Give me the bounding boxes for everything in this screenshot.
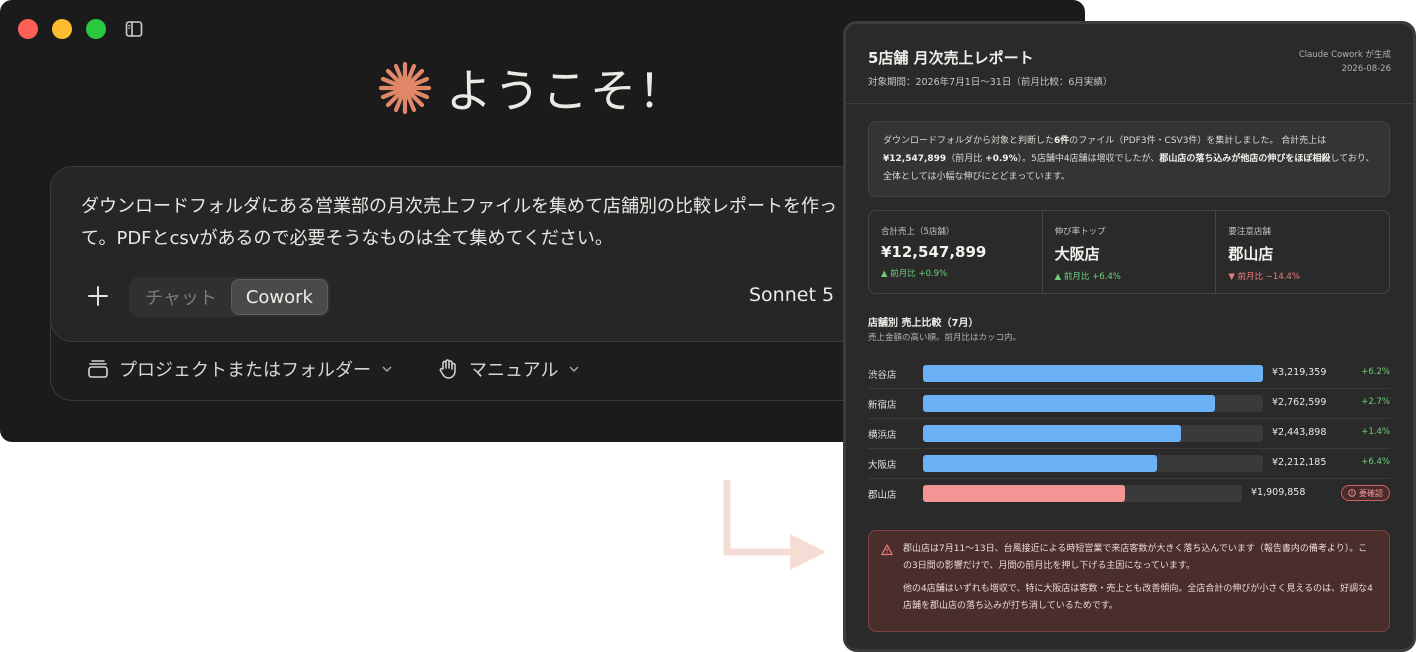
summary-text: ダウンロードフォルダから対象と判断した [883,136,1055,146]
bar-category-label: 渋谷店 [868,370,897,381]
bar-category-label: 大阪店 [868,460,897,471]
alert-paragraph: 他の4店舗はいずれも増収で、特に大阪店は客数・売上とも改善傾向。全店合計の伸びが… [903,584,1373,611]
bar-value-label: ¥2,212,185 [1272,457,1327,468]
kpi-value: 郡山店 [1228,245,1274,263]
bar [923,485,1125,502]
folder-box-icon [88,360,108,378]
mode-cowork-tab[interactable]: Cowork [230,279,328,315]
mode-chat-tab[interactable]: チャット [131,279,231,315]
bar-track [923,455,1263,472]
summary-text: ）。5店舗中4店舗は増収でしたが、 [1017,154,1160,164]
kpi-value: ¥12,547,899 [881,243,987,261]
claude-spark-icon [378,61,432,115]
bar-value-label: ¥3,219,359 [1272,367,1327,378]
alert-note: 郡山店は7月11〜13日、台風接近による時短営業で来店客数が大きく落ち込んでいま… [868,530,1390,632]
bar-row: 渋谷店 ¥3,219,359 +6.2% [868,359,1390,389]
welcome-heading: ようこそ！ [378,56,686,120]
bar-row: 郡山店 ¥1,909,858 要確認 [868,479,1390,509]
attention-badge-label: 要確認 [1359,488,1383,498]
kpi-total-sales: 合計売上（5店舗） ¥12,547,899 ▲ 前月比 +0.9% [869,211,1043,293]
bar-value-label: ¥2,443,898 [1272,427,1327,438]
report-header: 5店舗 月次売上レポート 対象期間：2026年7月1日〜31日（前月比較：6月実… [846,24,1413,104]
chart-subtitle: 売上金額の高い順。前月比はカッコ内。 [868,333,1022,343]
bar [923,425,1181,442]
project-folder-label: プロジェクトまたはフォルダー [119,360,371,381]
bar-delta-label: +6.4% [1361,457,1390,467]
report-window: 5店舗 月次売上レポート 対象期間：2026年7月1日〜31日（前月比較：6月実… [843,21,1416,652]
summary-emphasis: ¥12,547,899 [883,154,947,164]
chart-title: 店舗別 売上比較（7月） [868,318,979,329]
prompt-input[interactable]: ダウンロードフォルダにある営業部の月次売上ファイルを集めて店舗別の比較レポートを… [81,191,861,255]
kpi-attention-store: 要注意店舗 郡山店 ▼ 前月比 −14.4% [1216,211,1389,293]
sidebar-toggle-icon[interactable] [124,19,144,39]
report-period: 対象期間：2026年7月1日〜31日（前月比較：6月実績） [868,77,1113,88]
bar-row: 横浜店 ¥2,443,898 +1.4% [868,419,1390,449]
alert-paragraph: 郡山店は7月11〜13日、台風接近による時短営業で来店客数が大きく落ち込んでいま… [903,544,1368,571]
report-title: 5店舗 月次売上レポート [868,49,1034,67]
bar-category-label: 郡山店 [868,490,897,501]
bar-category-label: 新宿店 [868,400,897,411]
kpi-cards: 合計売上（5店舗） ¥12,547,899 ▲ 前月比 +0.9% 伸び率トップ… [868,210,1390,294]
kpi-value: 大阪店 [1054,245,1100,263]
report-summary: ダウンロードフォルダから対象と判断した6件のファイル（PDF3件・CSV3件）を… [868,121,1390,197]
zoom-window-button[interactable] [86,19,106,39]
hand-icon [439,359,456,379]
kpi-label: 伸び率トップ [1054,227,1106,237]
minimize-window-button[interactable] [52,19,72,39]
alert-circle-icon [1348,489,1356,497]
bar-row: 新宿店 ¥2,762,599 +2.7% [868,389,1390,419]
bar-track [923,425,1263,442]
model-selector[interactable]: Sonnet 5 [749,284,834,306]
bar-row: 大阪店 ¥2,212,185 +6.4% [868,449,1390,479]
bar-value-label: ¥2,762,599 [1272,397,1327,408]
chevron-down-icon [382,366,392,373]
close-window-button[interactable] [18,19,38,39]
summary-emphasis: 6件 [1054,136,1070,146]
bar-track [923,395,1263,412]
bar [923,395,1215,412]
bar-delta-label: +6.2% [1361,367,1390,377]
report-date: 2026-08-26 [1341,64,1391,74]
project-folder-selector[interactable]: プロジェクトまたはフォルダー [87,356,393,382]
store-sales-bar-chart: 渋谷店 ¥3,219,359 +6.2% 新宿店 ¥2,762,599 +2.7% 横浜店 ¥… [868,359,1390,509]
kpi-label: 要注意店舗 [1228,227,1271,237]
bar-track [923,485,1242,502]
summary-text: （前月比 [946,154,986,164]
kpi-label: 合計売上（5店舗） [881,227,955,237]
bar-value-label: ¥1,909,858 [1251,487,1306,498]
summary-emphasis: 郡山店の落ち込みが他店の伸びをほぼ相殺 [1159,154,1331,164]
kpi-delta: ▼ 前月比 −14.4% [1228,272,1300,282]
attention-badge: 要確認 [1341,485,1390,501]
bar [923,455,1157,472]
manual-mode-label: マニュアル [469,360,559,381]
flow-arrow-icon [723,480,826,570]
kpi-top-growth: 伸び率トップ 大阪店 ▲ 前月比 +6.4% [1043,211,1217,293]
manual-mode-selector[interactable]: マニュアル [437,356,580,382]
kpi-delta: ▲ 前月比 +6.4% [1054,272,1121,282]
mode-toggle: チャット Cowork [129,277,330,317]
warning-icon [881,544,893,556]
bar-delta-label: +1.4% [1361,427,1390,437]
bar [923,365,1263,382]
kpi-delta: ▲ 前月比 +0.9% [881,269,948,279]
welcome-title: ようこそ！ [446,64,686,118]
bar-category-label: 横浜店 [868,430,897,441]
report-generator: Claude Cowork が生成 [1298,50,1391,60]
summary-emphasis: +0.9% [985,154,1018,164]
add-attachment-icon[interactable] [85,283,111,309]
bar-track [923,365,1263,382]
bar-delta-label: +2.7% [1361,397,1390,407]
chevron-down-icon [569,366,579,373]
summary-text: のファイル（PDF3件・CSV3件）を集計しました。 合計売上は [1069,136,1327,146]
